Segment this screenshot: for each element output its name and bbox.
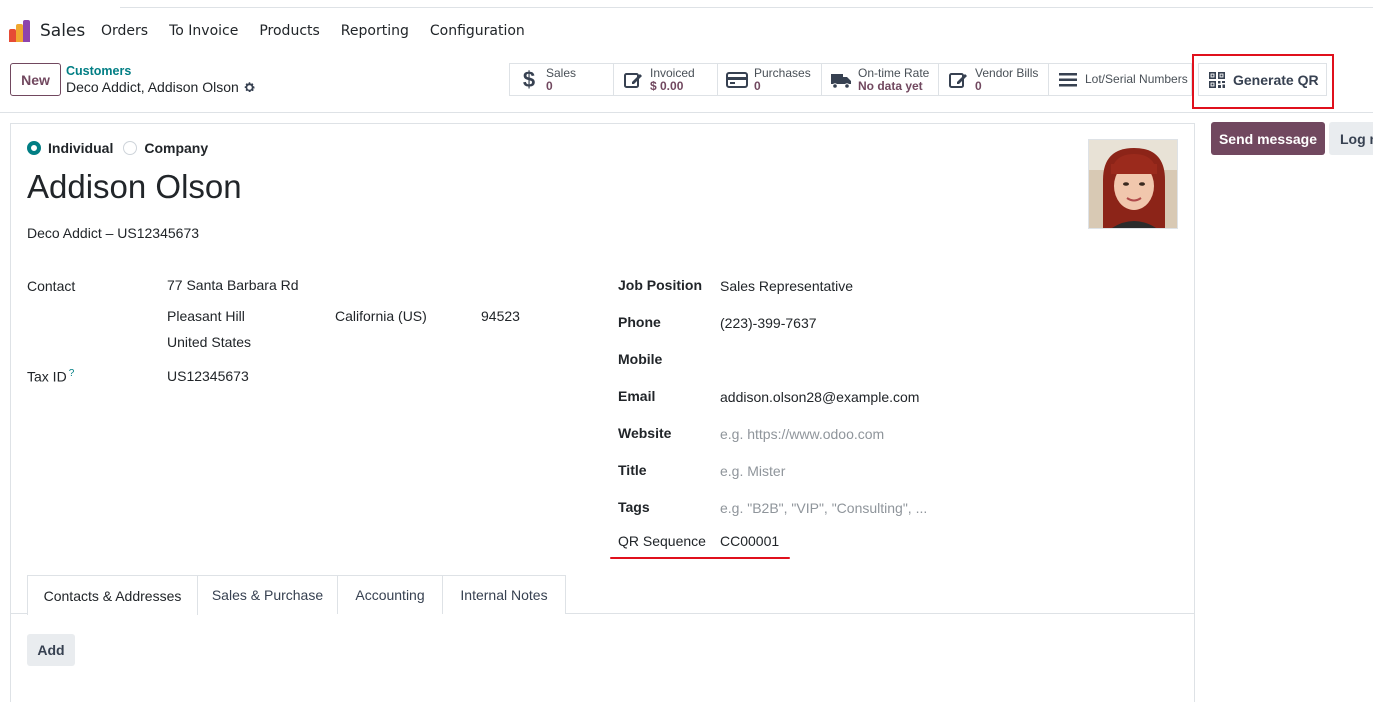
highlight-underline: [610, 557, 790, 559]
edit-invoice-icon: [622, 69, 644, 91]
smart-button-sales[interactable]: $ Sales 0: [509, 63, 614, 96]
list-icon: [1057, 69, 1079, 91]
state-field[interactable]: California (US): [335, 308, 427, 324]
generate-qr-label: Generate QR: [1233, 71, 1319, 88]
tab-contacts-addresses[interactable]: Contacts & Addresses: [27, 575, 198, 615]
smart-button-lot-serial[interactable]: Lot/Serial Numbers: [1048, 63, 1192, 96]
smart-button-ontime-rate[interactable]: On-time Rate No data yet: [821, 63, 939, 96]
add-contact-button[interactable]: Add: [27, 634, 75, 666]
city-field[interactable]: Pleasant Hill: [167, 308, 245, 324]
dollar-icon: $: [522, 66, 536, 92]
tags-label: Tags: [618, 499, 650, 515]
street-field[interactable]: 77 Santa Barbara Rd: [167, 277, 299, 293]
tax-id-label: Tax ID?: [27, 368, 74, 385]
smart-value: $ 0.00: [650, 78, 684, 93]
notebook-tabs: Contacts & Addresses Sales & Purchase Ac…: [10, 575, 1195, 615]
send-message-button[interactable]: Send message: [1211, 122, 1325, 155]
smart-value: 0: [754, 78, 761, 93]
qr-sequence-field[interactable]: CC00001: [720, 533, 779, 549]
smart-button-vendor-bills[interactable]: Vendor Bills 0: [938, 63, 1049, 96]
avatar[interactable]: [1088, 139, 1178, 229]
chatter-buttons: Send message Log note: [1211, 122, 1373, 155]
tab-accounting[interactable]: Accounting: [337, 575, 443, 614]
help-icon[interactable]: ?: [69, 368, 75, 379]
app-logo-icon[interactable]: [9, 20, 31, 42]
radio-company-label[interactable]: Company: [144, 140, 208, 156]
contact-label: Contact: [27, 278, 76, 294]
gear-icon[interactable]: [243, 81, 256, 94]
tags-field[interactable]: e.g. "B2B", "VIP", "Consulting", ...: [720, 500, 927, 516]
email-field[interactable]: addison.olson28@example.com: [720, 389, 919, 405]
main-navbar: Sales Orders To Invoice Products Reporti…: [0, 10, 1373, 55]
log-note-button[interactable]: Log note: [1329, 122, 1373, 155]
browser-top-strip: [0, 0, 1373, 10]
breadcrumb-parent[interactable]: Customers: [66, 64, 131, 78]
breadcrumb-current: Deco Addict, Addison Olson: [66, 79, 256, 95]
title-field[interactable]: e.g. Mister: [720, 463, 785, 479]
tab-internal-notes[interactable]: Internal Notes: [442, 575, 566, 614]
smart-value: 0: [975, 78, 982, 93]
mobile-label: Mobile: [618, 351, 663, 367]
partner-name-field[interactable]: Addison Olson: [27, 168, 242, 206]
job-position-label: Job Position: [618, 277, 702, 293]
app-name[interactable]: Sales: [40, 21, 85, 41]
form-sheet: [10, 123, 1195, 702]
radio-individual[interactable]: [27, 141, 41, 155]
company-type-radio: Individual Company: [27, 140, 218, 156]
website-label: Website: [618, 425, 672, 441]
smart-label: Lot/Serial Numbers: [1085, 72, 1188, 86]
menu-products[interactable]: Products: [259, 23, 319, 39]
smart-label: On-time Rate: [858, 65, 930, 80]
menu-orders[interactable]: Orders: [101, 23, 148, 39]
credit-card-icon: [726, 69, 748, 91]
smart-label: Purchases: [754, 65, 811, 80]
radio-individual-label[interactable]: Individual: [48, 140, 113, 156]
smart-value: No data yet: [858, 78, 923, 93]
qr-sequence-label: QR Sequence: [618, 533, 706, 549]
edit-bill-icon: [947, 69, 969, 91]
new-button[interactable]: New: [10, 63, 61, 96]
email-label: Email: [618, 388, 656, 404]
smart-button-purchases[interactable]: Purchases 0: [717, 63, 822, 96]
menu-reporting[interactable]: Reporting: [341, 23, 409, 39]
tax-id-label-text: Tax ID: [27, 368, 67, 385]
breadcrumb-current-label: Deco Addict, Addison Olson: [66, 79, 239, 95]
generate-qr-button[interactable]: Generate QR: [1198, 63, 1327, 96]
top-menu: Orders To Invoice Products Reporting Con…: [101, 23, 546, 39]
phone-field[interactable]: (223)-399-7637: [720, 315, 817, 331]
menu-configuration[interactable]: Configuration: [430, 23, 525, 39]
smart-value: 0: [546, 78, 553, 93]
zip-field[interactable]: 94523: [481, 308, 520, 324]
tax-id-field[interactable]: US12345673: [167, 368, 249, 384]
mobile-field[interactable]: [720, 352, 940, 368]
truck-icon: [830, 69, 852, 91]
qrcode-icon: [1209, 71, 1225, 88]
job-position-field[interactable]: Sales Representative: [720, 278, 853, 294]
title-label: Title: [618, 462, 647, 478]
smart-label: Sales: [546, 65, 577, 80]
phone-label: Phone: [618, 314, 661, 330]
smart-button-invoiced[interactable]: Invoiced $ 0.00: [613, 63, 718, 96]
website-field[interactable]: e.g. https://www.odoo.com: [720, 426, 884, 442]
country-field[interactable]: United States: [167, 334, 251, 350]
control-panel: New Customers Deco Addict, Addison Olson…: [0, 54, 1373, 113]
tab-sales-purchase[interactable]: Sales & Purchase: [197, 575, 338, 614]
radio-company[interactable]: [123, 141, 138, 155]
smart-label: Vendor Bills: [975, 65, 1039, 80]
menu-to-invoice[interactable]: To Invoice: [169, 23, 238, 39]
parent-company-field[interactable]: Deco Addict – US12345673: [27, 225, 199, 241]
smart-label: Invoiced: [650, 65, 695, 80]
